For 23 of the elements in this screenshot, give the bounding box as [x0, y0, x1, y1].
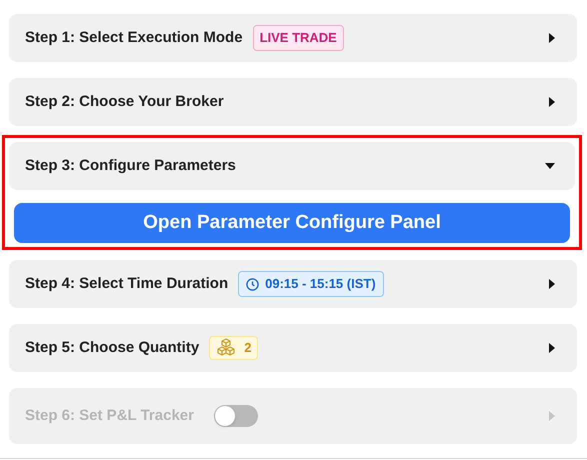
caret-right-icon: [549, 97, 555, 107]
caret-down-icon: [545, 163, 555, 169]
time-badge: 09:15 - 15:15 (IST): [238, 271, 384, 297]
caret-right-icon: [549, 411, 555, 421]
clock-icon: [246, 278, 260, 290]
step-header[interactable]: Step 3: Configure Parameters: [9, 142, 575, 190]
caret-right-icon: [549, 33, 555, 43]
caret-right-icon: [549, 343, 555, 353]
step-header[interactable]: Step 5: Choose Quantity 2: [9, 324, 577, 372]
step-title: Step 1: Select Execution Mode: [25, 28, 243, 48]
step-header[interactable]: Step 1: Select Execution Mode LIVE TRADE: [9, 14, 577, 62]
step-title: Step 3: Configure Parameters: [25, 156, 236, 176]
step-title: Step 2: Choose Your Broker: [25, 92, 224, 112]
open-panel-button[interactable]: Open Parameter Configure Panel: [14, 203, 570, 243]
cubes-icon: [216, 338, 236, 358]
step-title: Step 6: Set P&L Tracker: [25, 406, 194, 426]
mode-badge: LIVE TRADE: [252, 25, 344, 51]
step-header[interactable]: Step 2: Choose Your Broker: [9, 78, 577, 126]
step-title: Step 4: Select Time Duration: [25, 274, 228, 294]
quantity-badge: 2: [209, 336, 258, 360]
caret-right-icon: [549, 279, 555, 289]
step-header[interactable]: Step 4: Select Time Duration 09:15 - 15:15 (IST): [9, 260, 577, 308]
step-title: Step 5: Choose Quantity: [25, 338, 200, 358]
